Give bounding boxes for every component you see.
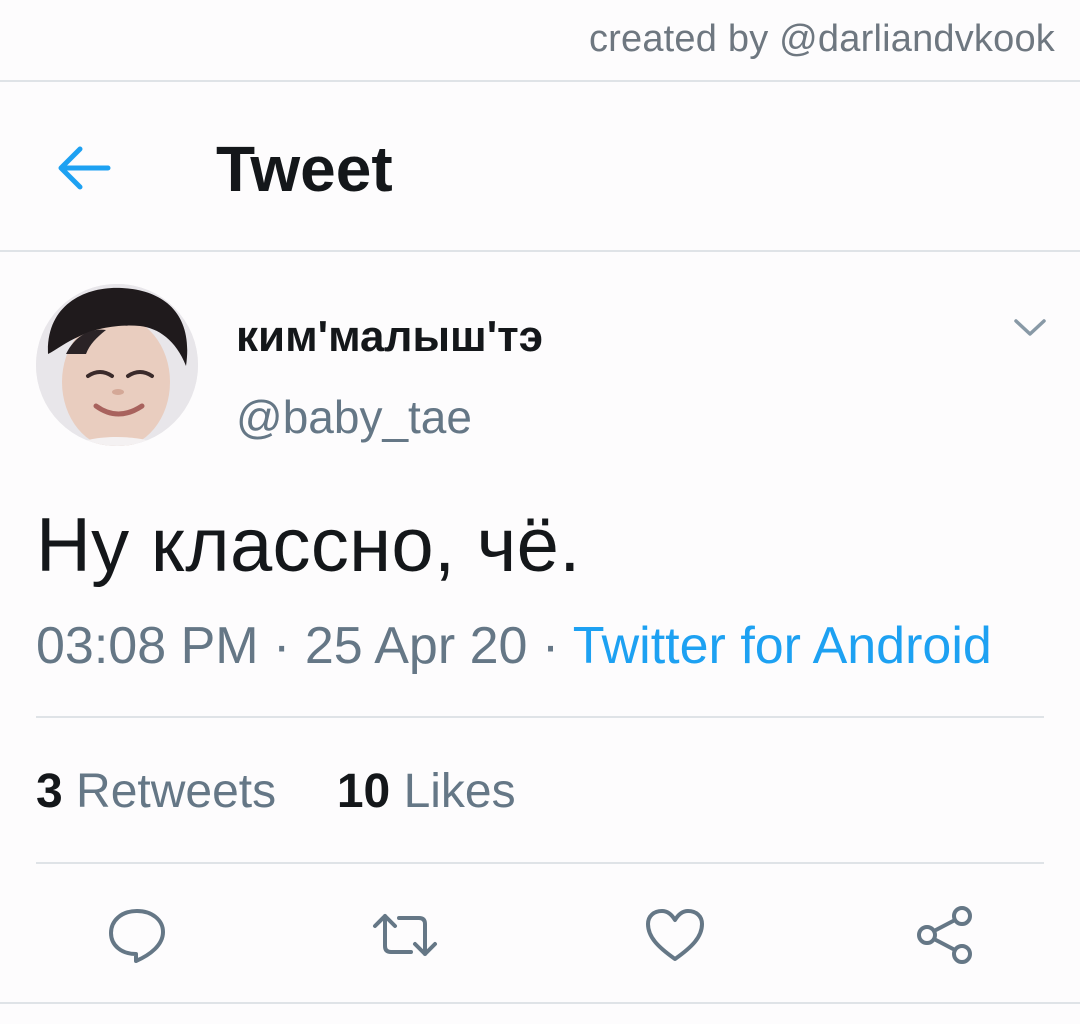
share-button[interactable] (910, 900, 980, 970)
like-button[interactable] (640, 900, 710, 970)
chevron-down-icon (1014, 319, 1046, 336)
watermark-credit: created by @darliandvkook (588, 18, 1055, 60)
profile-photo (36, 284, 198, 446)
meta-separator: · (273, 617, 291, 675)
meta-separator: · (541, 617, 560, 675)
page-title: Tweet (216, 133, 393, 205)
tweet-stats: 3 Retweets 10 Likes (36, 764, 516, 819)
tweet-time: 03:08 PM (36, 617, 259, 675)
back-button[interactable] (52, 136, 116, 200)
retweets-count: 3 (36, 765, 63, 818)
heart-icon (646, 909, 704, 961)
tweet-source-link[interactable]: Twitter for Android (573, 617, 992, 675)
author-display-name[interactable]: ким'малыш'тэ (236, 312, 543, 362)
arrow-left-icon (58, 146, 111, 190)
tweet-menu-button[interactable] (1008, 308, 1052, 348)
author-handle[interactable]: @baby_tae (236, 390, 472, 444)
retweets-stat[interactable]: 3 Retweets (36, 765, 276, 818)
tweet-date: 25 Apr 20 (304, 617, 528, 675)
top-app-bar: Tweet (0, 82, 1080, 252)
retweet-button[interactable] (370, 900, 440, 970)
watermark-bar: created by @darliandvkook (0, 0, 1080, 82)
reply-button[interactable] (102, 900, 172, 970)
avatar[interactable] (36, 284, 198, 446)
divider (0, 1002, 1080, 1004)
divider (36, 716, 1044, 718)
retweets-label: Retweets (76, 765, 277, 818)
share-icon (917, 906, 972, 964)
likes-stat[interactable]: 10 Likes (337, 765, 516, 818)
retweet-icon (373, 914, 437, 956)
divider (36, 862, 1044, 864)
likes-count: 10 (336, 765, 391, 818)
reply-icon (109, 909, 165, 963)
tweet-meta: 03:08 PM · 25 Apr 20 · Twitter for Andro… (36, 616, 992, 676)
likes-label: Likes (403, 765, 516, 818)
tweet-text: Ну классно, чё. (36, 503, 581, 588)
